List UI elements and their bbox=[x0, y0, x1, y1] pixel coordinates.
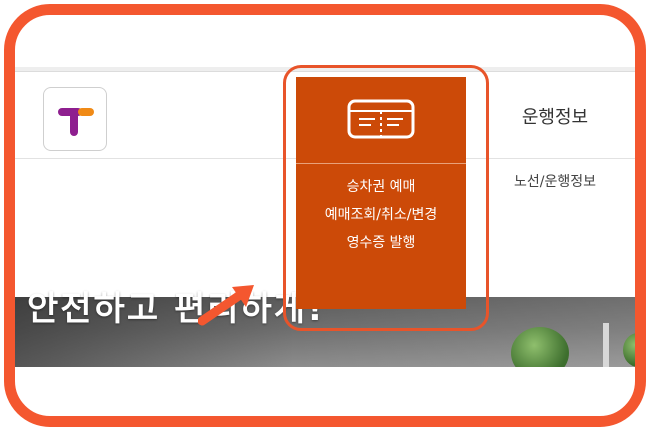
arrow-annotation-icon bbox=[198, 285, 254, 326]
banner-headline: 안전하고 편리하게! bbox=[27, 289, 325, 329]
logo-t-icon bbox=[58, 108, 94, 136]
screenshot-frame: 운행정보 노선/운행정보 안전하고 편리하게! 승차권 예매 예매조회/취소/변… bbox=[4, 4, 646, 427]
highlight-box bbox=[283, 65, 489, 331]
nav-subitem-route-info[interactable]: 노선/운행정보 bbox=[490, 171, 620, 191]
logo[interactable] bbox=[43, 87, 107, 151]
nav-item-operation-info[interactable]: 운행정보 bbox=[490, 103, 620, 129]
